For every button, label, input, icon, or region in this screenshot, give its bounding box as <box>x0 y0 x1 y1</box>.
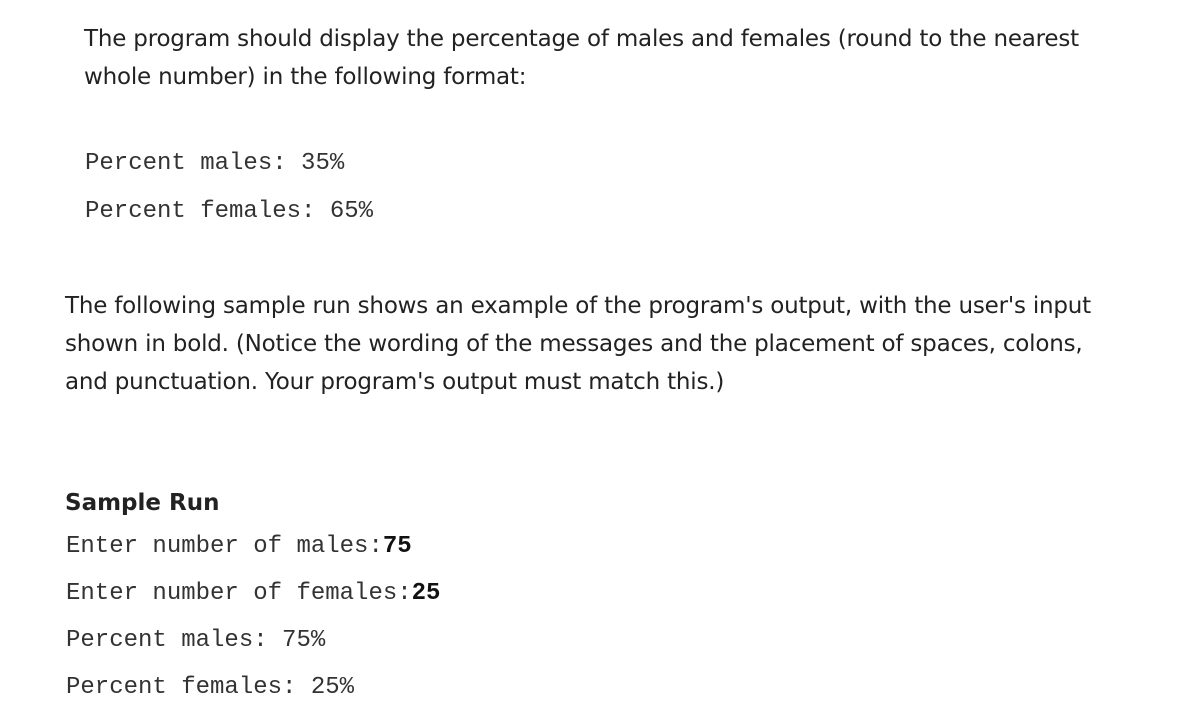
user-input-females: 25 <box>411 580 441 607</box>
prompt-males-text: Enter number of males: <box>66 533 383 560</box>
sample-run-description: The following sample run shows an exampl… <box>65 293 1092 395</box>
prompt-females-text: Enter number of females: <box>66 580 412 607</box>
sample-output-females: Percent females: 25% <box>66 674 355 701</box>
format-line-females: Percent females: 65% <box>85 198 374 225</box>
sample-output-males: Percent males: 75% <box>66 627 326 654</box>
intro-paragraph: The program should display the percentag… <box>84 26 1079 90</box>
format-line-males: Percent males: 35% <box>85 150 345 177</box>
sample-run-block: Enter number of males:75 Enter number of… <box>66 523 440 711</box>
sample-line-females-prompt: Enter number of females:25 <box>66 570 440 617</box>
sample-run-heading: Sample Run <box>65 490 220 516</box>
user-input-males: 75 <box>382 533 412 560</box>
format-example-block: Percent males: 35% Percent females: 65% <box>85 140 373 236</box>
sample-line-males-prompt: Enter number of males:75 <box>66 523 440 570</box>
